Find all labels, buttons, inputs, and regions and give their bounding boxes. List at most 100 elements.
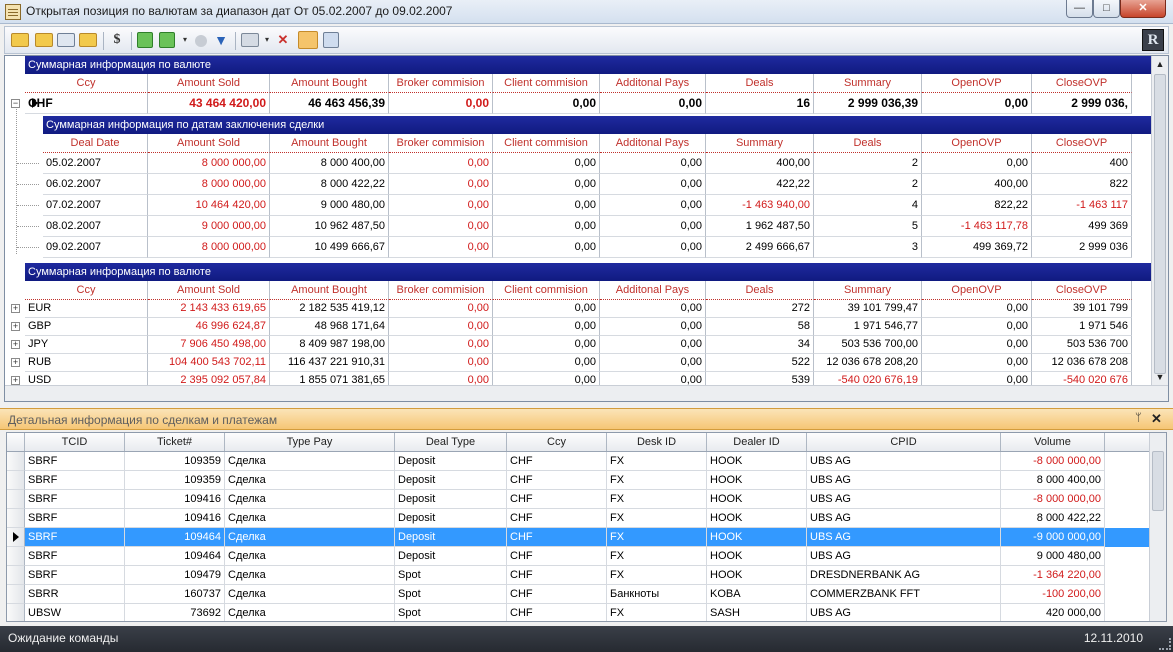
export-icon[interactable] (323, 32, 339, 48)
detail-row[interactable]: SBRF 109464 Сделка Deposit CHF FX HOOK UBS AG 9 … (7, 547, 1166, 566)
currency-cell-3: 0,00 (389, 354, 493, 372)
date-column-header-4: Client commision (493, 134, 600, 153)
date-cell-8: 0,00 (922, 153, 1032, 174)
detail-row[interactable]: SBRR 160737 Сделка Spot CHF Банкноты KOBA COMME… (7, 585, 1166, 604)
currency-row[interactable]: RUB 104 400 543 702,11 116 437 221 910,31 0… (25, 354, 1132, 372)
pin-icon[interactable]: ᛘ (1135, 412, 1142, 424)
detail-cell-0: SBRF (25, 509, 125, 528)
date-cell-5: 0,00 (600, 153, 706, 174)
detail-vertical-scrollbar[interactable] (1149, 433, 1166, 621)
close-pane-icon[interactable]: ✕ (1151, 411, 1162, 427)
minimize-button[interactable]: — (1066, 0, 1093, 18)
detail-cell-8: -100 200,00 (1001, 585, 1105, 604)
horizontal-scrollbar[interactable] (5, 385, 1168, 401)
date-cell-2: 10 962 487,50 (270, 216, 389, 237)
row-selector[interactable] (7, 452, 25, 471)
date-row[interactable]: 09.02.2007 8 000 000,00 10 499 666,67 0,00 0… (43, 237, 1132, 258)
currency-cell-5: 0,00 (600, 318, 706, 336)
summary-grid[interactable]: Суммарная информация по валюте Ccy Amount… (4, 55, 1169, 402)
expand-icon[interactable]: + (11, 304, 20, 313)
row-selector[interactable] (7, 585, 25, 604)
date-row[interactable]: 06.02.2007 8 000 000,00 8 000 422,22 0,00 0,… (43, 174, 1132, 195)
currency-row[interactable]: GBP 46 996 624,87 48 968 171,64 0,00 0,00 0,0… (25, 318, 1132, 336)
detail-row[interactable]: SBRF 109464 Сделка Deposit CHF FX HOOK UBS AG -9… (7, 528, 1166, 547)
row-selector[interactable] (7, 547, 25, 566)
detail-row[interactable]: SBRF 109359 Сделка Deposit CHF FX HOOK UBS AG -8… (7, 452, 1166, 471)
detail-cell-3: Deposit (395, 452, 507, 471)
detail-cell-5: FX (607, 509, 707, 528)
currency-row[interactable]: JPY 7 906 450 498,00 8 409 987 198,00 0,00 0… (25, 336, 1132, 354)
detail-cell-1: 109464 (125, 528, 225, 547)
date-row[interactable]: 05.02.2007 8 000 000,00 8 000 400,00 0,00 0,… (43, 153, 1132, 174)
detail-row[interactable]: UBSW 73692 Сделка Spot CHF FX SASH UBS AG 420 00… (7, 604, 1166, 621)
date-column-header-6: Summary (706, 134, 814, 153)
date-header-row: Deal Date Amount Sold Amount Bought Broker … (43, 134, 1132, 153)
save-folder-icon[interactable] (79, 33, 97, 47)
detail-cell-1: 73692 (125, 604, 225, 621)
date-cell-3: 0,00 (389, 195, 493, 216)
resize-grip-icon[interactable] (1159, 638, 1171, 650)
open-folder-icon[interactable] (11, 33, 29, 47)
chevron-down-icon[interactable]: ▾ (175, 31, 195, 49)
scroll-down-icon[interactable]: ▼ (1152, 369, 1168, 385)
row-selector[interactable] (7, 471, 25, 490)
detail-cell-7: UBS AG (807, 452, 1001, 471)
dollar-icon[interactable]: $ (107, 31, 127, 49)
date-row[interactable]: 08.02.2007 9 000 000,00 10 962 487,50 0,00 0… (43, 216, 1132, 237)
row-selector[interactable] (7, 490, 25, 509)
detail-cell-6: HOOK (707, 471, 807, 490)
detail-cell-5: FX (607, 604, 707, 621)
currency-cell-4: 0,00 (493, 336, 600, 354)
detail-row[interactable]: SBRF 109359 Сделка Deposit CHF FX HOOK UBS AG 8 … (7, 471, 1166, 490)
refresh-dropdown-icon[interactable] (159, 32, 175, 48)
row-selector[interactable] (7, 509, 25, 528)
expand-icon[interactable]: + (11, 322, 20, 331)
column-header-1: Amount Sold (148, 74, 270, 93)
summary-row-chf[interactable]: CHF 43 464 420,00 46 463 456,39 0,00 0,00 0,0… (25, 93, 1132, 114)
currency-row[interactable]: EUR 2 143 433 619,65 2 182 535 419,12 0,00 0… (25, 300, 1132, 318)
collapse-icon[interactable]: − (11, 99, 20, 108)
stop-icon[interactable] (195, 35, 207, 47)
column-header-3: Broker commision (389, 74, 493, 93)
column-header-7: Summary (814, 74, 922, 93)
refresh-icon[interactable] (137, 32, 153, 48)
scroll-thumb[interactable] (1154, 74, 1166, 374)
detail-cell-1: 109479 (125, 566, 225, 585)
detail-cell-7: UBS AG (807, 528, 1001, 547)
active-tool-icon[interactable] (298, 31, 318, 49)
row-selector[interactable] (7, 566, 25, 585)
currency-header-row: Ccy Amount Sold Amount Bought Broker commis… (25, 281, 1132, 300)
currency-cell-6: 34 (706, 336, 814, 354)
vertical-scrollbar[interactable]: ▲ ▼ (1151, 56, 1168, 386)
delete-icon[interactable]: ✕ (273, 31, 293, 49)
detail-row[interactable]: SBRF 109416 Сделка Deposit CHF FX HOOK UBS AG 8 … (7, 509, 1166, 528)
row-selector[interactable] (7, 604, 25, 621)
detail-cell-3: Deposit (395, 509, 507, 528)
expand-icon[interactable]: + (11, 340, 20, 349)
detail-cell-0: UBSW (25, 604, 125, 621)
close-button[interactable]: ✕ (1120, 0, 1166, 18)
date-cell-6: 400,00 (706, 153, 814, 174)
folder-icon[interactable] (35, 33, 53, 47)
detail-cell-3: Deposit (395, 528, 507, 547)
expand-icon[interactable]: + (11, 358, 20, 367)
app-logo: R (1142, 29, 1164, 51)
detail-row[interactable]: SBRF 109479 Сделка Spot CHF FX HOOK DRESDNERBAN… (7, 566, 1166, 585)
scroll-thumb[interactable] (1152, 451, 1164, 511)
filter-icon[interactable]: ▼ (211, 31, 231, 49)
detail-cell-4: CHF (507, 566, 607, 585)
scroll-up-icon[interactable]: ▲ (1152, 56, 1168, 72)
maximize-button[interactable]: □ (1093, 0, 1120, 18)
currency-cell-7: 39 101 799,47 (814, 300, 922, 318)
band-summary-by-currency-2: Суммарная информация по валюте (25, 263, 1151, 281)
date-cell-8: 822,22 (922, 195, 1032, 216)
date-row[interactable]: 07.02.2007 10 464 420,00 9 000 480,00 0,00 0… (43, 195, 1132, 216)
detail-cell-2: Сделка (225, 547, 395, 566)
detail-row[interactable]: SBRF 109416 Сделка Deposit CHF FX HOOK UBS AG -8… (7, 490, 1166, 509)
date-cell-6: -1 463 940,00 (706, 195, 814, 216)
network-icon[interactable] (57, 33, 75, 47)
expand-icon[interactable]: + (11, 376, 20, 385)
detail-grid[interactable]: TCID Ticket# Type Pay Deal Type Ccy Desk ID De… (6, 432, 1167, 622)
date-cell-4: 0,00 (493, 195, 600, 216)
tree-branch (17, 205, 39, 206)
